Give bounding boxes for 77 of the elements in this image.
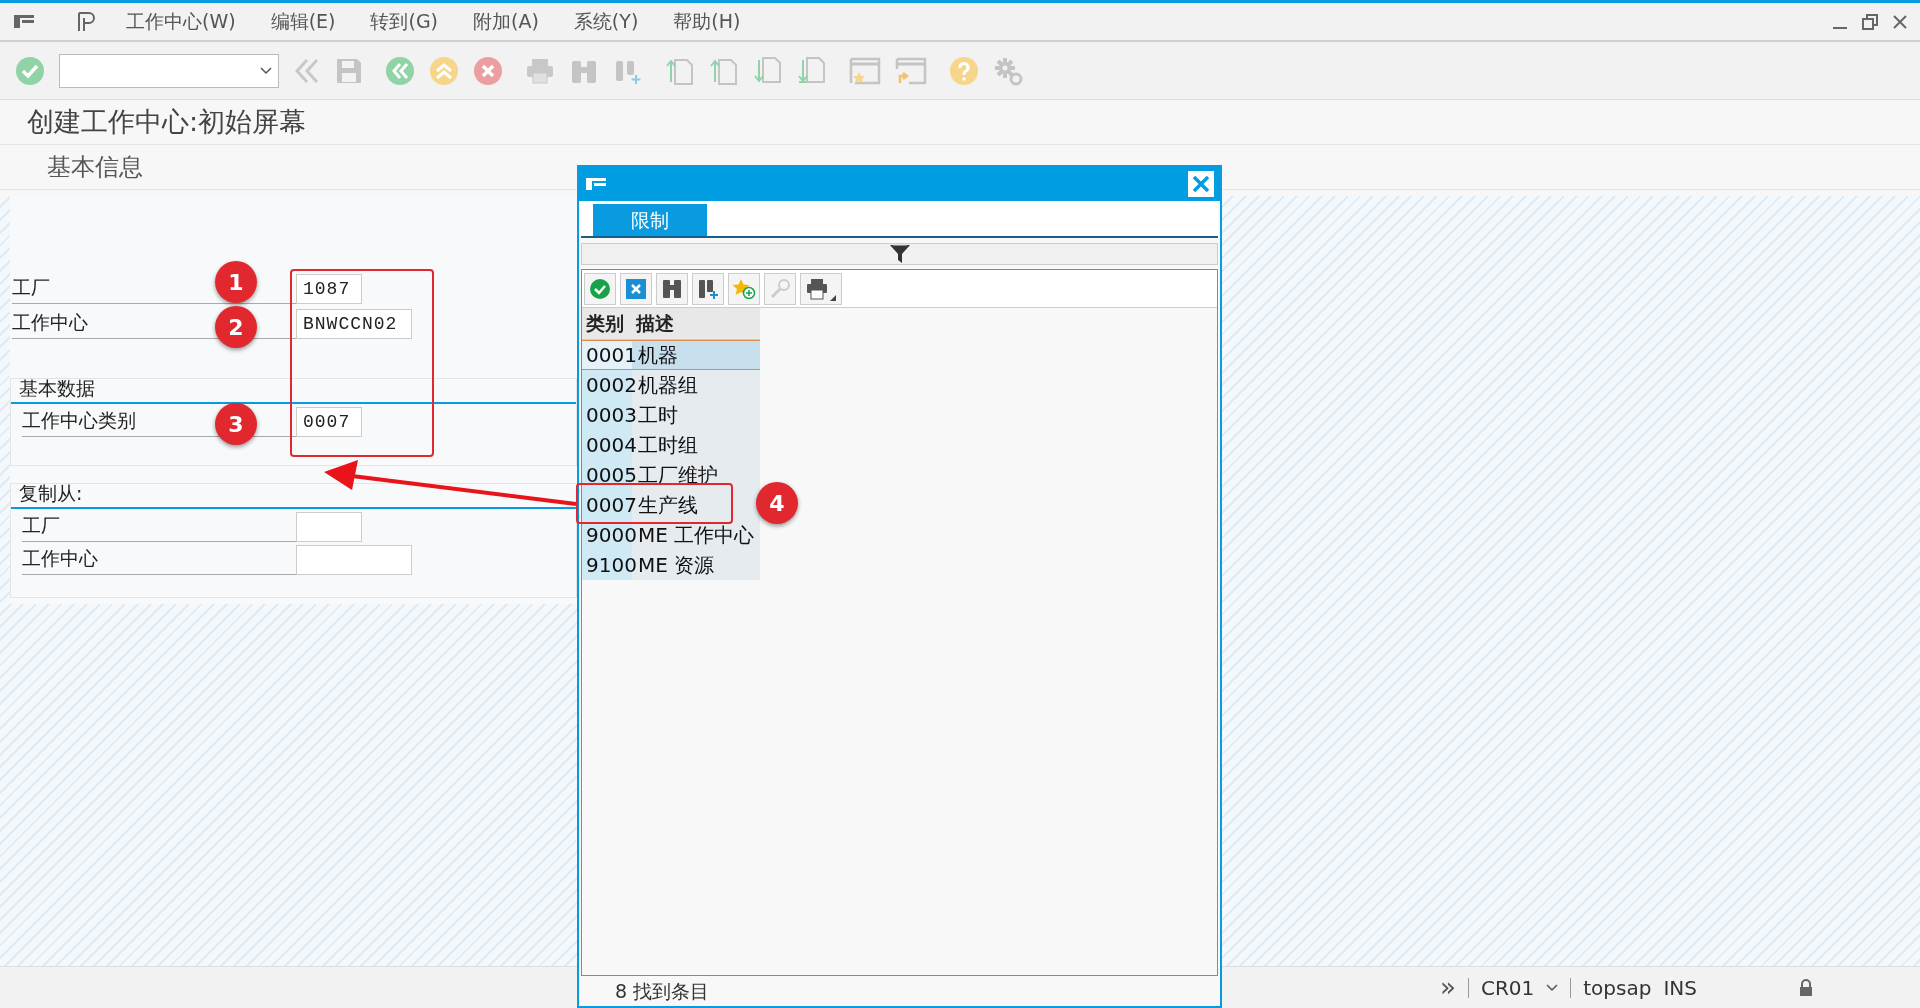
check-icon[interactable] — [15, 55, 45, 86]
category-description: 机器 — [637, 342, 679, 369]
find-next-button[interactable] — [692, 272, 724, 305]
lock-icon — [1798, 978, 1813, 997]
next-page-icon[interactable] — [753, 55, 783, 86]
chevron-down-icon[interactable] — [1546, 983, 1559, 992]
new-session-icon[interactable] — [849, 55, 881, 86]
menu-item[interactable]: 附加(A) — [473, 7, 539, 36]
close-icon[interactable] — [1188, 171, 1214, 197]
category-description: ME 工作中心 — [637, 522, 756, 549]
dropdown-icon — [830, 294, 836, 301]
layout-icon[interactable] — [76, 10, 98, 33]
binoculars-plus-icon — [697, 277, 719, 300]
field-label: 工作中心 — [22, 545, 98, 571]
field-label: 工作中心类别 — [22, 407, 136, 433]
menu-item[interactable]: 工作中心(W) — [126, 7, 236, 36]
menu-item[interactable]: 编辑(E) — [270, 7, 336, 36]
find-button[interactable] — [656, 272, 688, 305]
input-mode: INS — [1663, 974, 1697, 1002]
field-label: 工厂 — [12, 274, 50, 300]
command-field[interactable] — [59, 53, 279, 88]
category-description: 工时组 — [637, 432, 699, 459]
field-label: 工厂 — [22, 512, 60, 538]
category-description: 生产线 — [637, 492, 699, 519]
section-heading: 基本信息 — [47, 152, 143, 183]
category-description: 工时 — [637, 402, 679, 429]
input-field[interactable]: BNWCCN02 — [296, 309, 412, 339]
help-icon[interactable] — [949, 55, 979, 86]
input-field[interactable] — [296, 512, 362, 542]
list-row[interactable]: 0007生产线 — [582, 490, 760, 520]
status-message: 8 找到条目 — [615, 978, 710, 1004]
add-favorite-button[interactable] — [728, 272, 760, 305]
field-label: 工作中心 — [12, 309, 88, 335]
confirm-button[interactable] — [584, 272, 616, 305]
list-row[interactable]: 0004工时组 — [582, 430, 760, 460]
list-row[interactable]: 0001机器 — [582, 340, 760, 370]
list-row[interactable]: 0003工时 — [582, 400, 760, 430]
menu-item[interactable]: 转到(G) — [370, 7, 439, 36]
print-icon — [806, 277, 828, 300]
close-icon[interactable] — [1892, 13, 1908, 30]
double-chevron-left-icon[interactable] — [293, 56, 321, 85]
group-title: 基本数据 — [11, 379, 576, 404]
list-row[interactable]: 9000ME 工作中心 — [582, 520, 760, 550]
up-icon[interactable] — [429, 55, 459, 86]
print-button[interactable] — [800, 272, 842, 305]
input-field[interactable]: 1087 — [296, 274, 362, 304]
check-icon — [589, 277, 611, 300]
cancel-icon[interactable] — [473, 55, 503, 86]
star-plus-icon — [732, 277, 756, 300]
group-title: 复制从: — [11, 484, 576, 509]
settings-icon[interactable] — [993, 55, 1023, 86]
input-field[interactable]: 0007 — [296, 407, 362, 437]
binoculars-icon — [661, 277, 683, 300]
input-field[interactable] — [296, 545, 412, 575]
back-icon[interactable] — [385, 55, 415, 86]
menu-item[interactable]: 系统(Y) — [573, 7, 639, 36]
restore-icon[interactable] — [1862, 13, 1878, 30]
page-title: 创建工作中心:初始屏幕 — [27, 104, 307, 139]
list-row[interactable]: 9100ME 资源 — [582, 550, 760, 580]
expand-toggle[interactable]: » — [1440, 968, 1456, 1007]
category-description: ME 资源 — [637, 552, 716, 579]
shortcut-icon[interactable] — [895, 55, 927, 86]
filter-icon[interactable] — [888, 244, 911, 264]
system-name: CR01 — [1480, 974, 1535, 1002]
column-header[interactable]: 类别 — [582, 308, 632, 339]
last-page-icon[interactable] — [797, 55, 827, 86]
menu-icon[interactable] — [585, 176, 607, 192]
list-row[interactable]: 0002机器组 — [582, 370, 760, 400]
cancel-icon — [625, 277, 647, 300]
column-header[interactable]: 描述 — [632, 308, 760, 339]
cancel-button[interactable] — [620, 272, 652, 305]
save-icon[interactable] — [335, 56, 363, 85]
user-name: topsap — [1583, 974, 1652, 1002]
category-description: 机器组 — [637, 372, 699, 399]
print-icon[interactable] — [525, 56, 555, 85]
chevron-down-icon[interactable] — [260, 66, 272, 75]
menu-item[interactable]: 帮助(H) — [673, 7, 741, 36]
